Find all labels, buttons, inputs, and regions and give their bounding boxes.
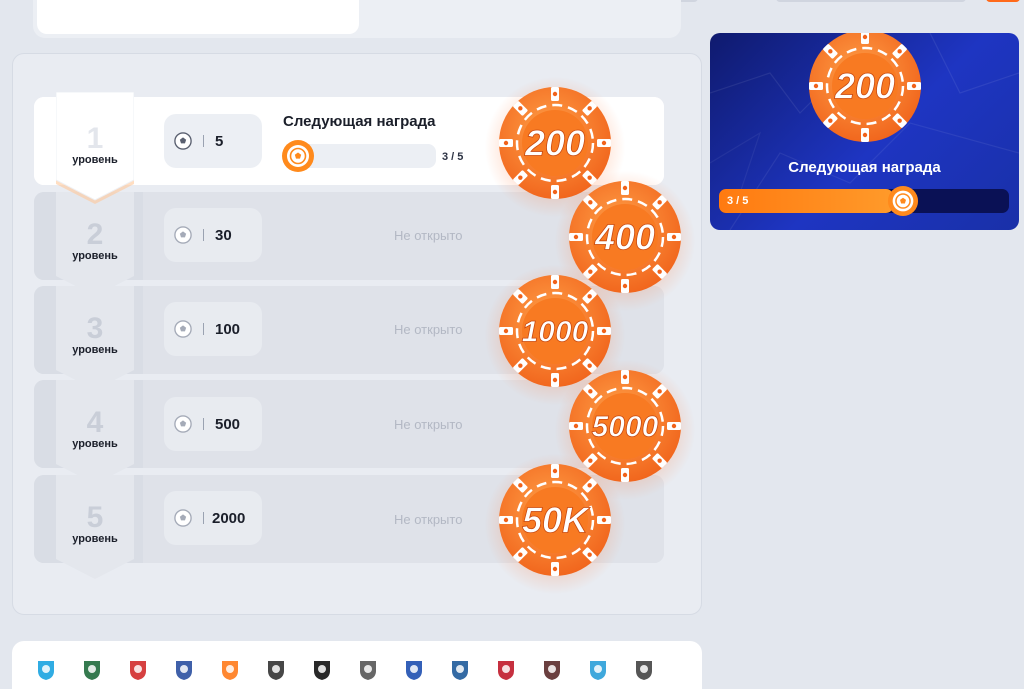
chip-icon: 200: [809, 33, 921, 142]
svg-text:400: 400: [594, 217, 655, 258]
soccer-ball-icon: [174, 132, 192, 150]
zenit-logo-icon[interactable]: [34, 658, 58, 682]
svg-text:200: 200: [524, 123, 585, 164]
header-control[interactable]: [776, 0, 966, 2]
reward-chip-5: 50K: [484, 453, 626, 595]
progress-knob-icon: [282, 140, 314, 172]
level-label: уровень: [72, 154, 118, 166]
level-number: 3: [86, 312, 104, 345]
level-number: 2: [86, 218, 104, 251]
svg-text:200: 200: [834, 66, 895, 107]
soccer-ball-icon: [174, 320, 192, 338]
requirement-value: 5: [215, 132, 224, 150]
svg-text:50K: 50K: [522, 500, 591, 541]
cska-logo-icon[interactable]: [172, 658, 196, 682]
level-requirement: 100: [164, 302, 262, 356]
level-label: уровень: [72, 250, 118, 262]
requirement-value: 30: [215, 226, 232, 244]
spartak-logo-icon[interactable]: [126, 658, 150, 682]
locked-status: Не открыто: [394, 322, 463, 337]
reward-progress-text: 3 / 5: [727, 195, 749, 207]
level-number: 4: [86, 406, 104, 439]
requirement-value: 500: [215, 415, 241, 433]
svg-text:1000: 1000: [522, 316, 589, 349]
avangard-logo-icon[interactable]: [494, 658, 518, 682]
header-orange-button[interactable]: [986, 0, 1020, 2]
level-badge-5: 5 уровень: [56, 475, 134, 579]
progress-counter: 3 / 5: [442, 151, 464, 163]
chip-icon: 50K: [499, 464, 611, 576]
level-badge-1: 1 уровень: [56, 92, 134, 204]
next-reward-card: 200 Следующая награда 3 / 5: [710, 33, 1019, 230]
reward-progress-bar: 3 / 5: [719, 185, 1009, 217]
svg-text:5000: 5000: [592, 411, 659, 444]
tab-switcher: [33, 0, 681, 38]
rubin-logo-icon[interactable]: [540, 658, 564, 682]
soccer-ball-icon: [174, 415, 192, 433]
level-number: 1: [86, 122, 104, 155]
reward-chip: 200: [806, 33, 924, 145]
next-reward-title: Следующая награда: [283, 113, 436, 130]
progress-knob-icon: [887, 185, 919, 217]
level-requirement: 500: [164, 397, 262, 451]
tab-active[interactable]: [37, 0, 359, 34]
level-badge-4: 4 уровень: [56, 380, 134, 484]
level-label: уровень: [72, 533, 118, 545]
fakel-logo-icon[interactable]: [448, 658, 472, 682]
orenburg-logo-icon[interactable]: [632, 658, 656, 682]
requirement-value: 2000: [212, 509, 246, 527]
torpedo-logo-icon[interactable]: [310, 658, 334, 682]
akhmat-logo-icon[interactable]: [264, 658, 288, 682]
level-label: уровень: [72, 438, 118, 450]
locked-status: Не открыто: [394, 417, 463, 432]
level-requirement: 30: [164, 208, 262, 262]
krasnodar-logo-icon[interactable]: [80, 658, 104, 682]
level-requirement: 2000: [164, 491, 262, 545]
team-logos-bar: [12, 641, 702, 689]
requirement-value: 100: [215, 320, 241, 338]
level-badge-2: 2 уровень: [56, 192, 134, 296]
level-label: уровень: [72, 344, 118, 356]
level-requirement: 5: [164, 114, 262, 168]
dynamo-logo-icon[interactable]: [402, 658, 426, 682]
ural-logo-icon[interactable]: [218, 658, 242, 682]
sochi-logo-icon[interactable]: [586, 658, 610, 682]
locked-status: Не открыто: [394, 228, 463, 243]
soccer-ball-icon: [174, 226, 192, 244]
soccer-ball-icon: [174, 509, 192, 527]
level-badge-3: 3 уровень: [56, 286, 134, 390]
khimki-logo-icon[interactable]: [356, 658, 380, 682]
level-number: 5: [86, 501, 104, 534]
locked-status: Не открыто: [394, 512, 463, 527]
reward-card-title: Следующая награда: [788, 159, 941, 176]
